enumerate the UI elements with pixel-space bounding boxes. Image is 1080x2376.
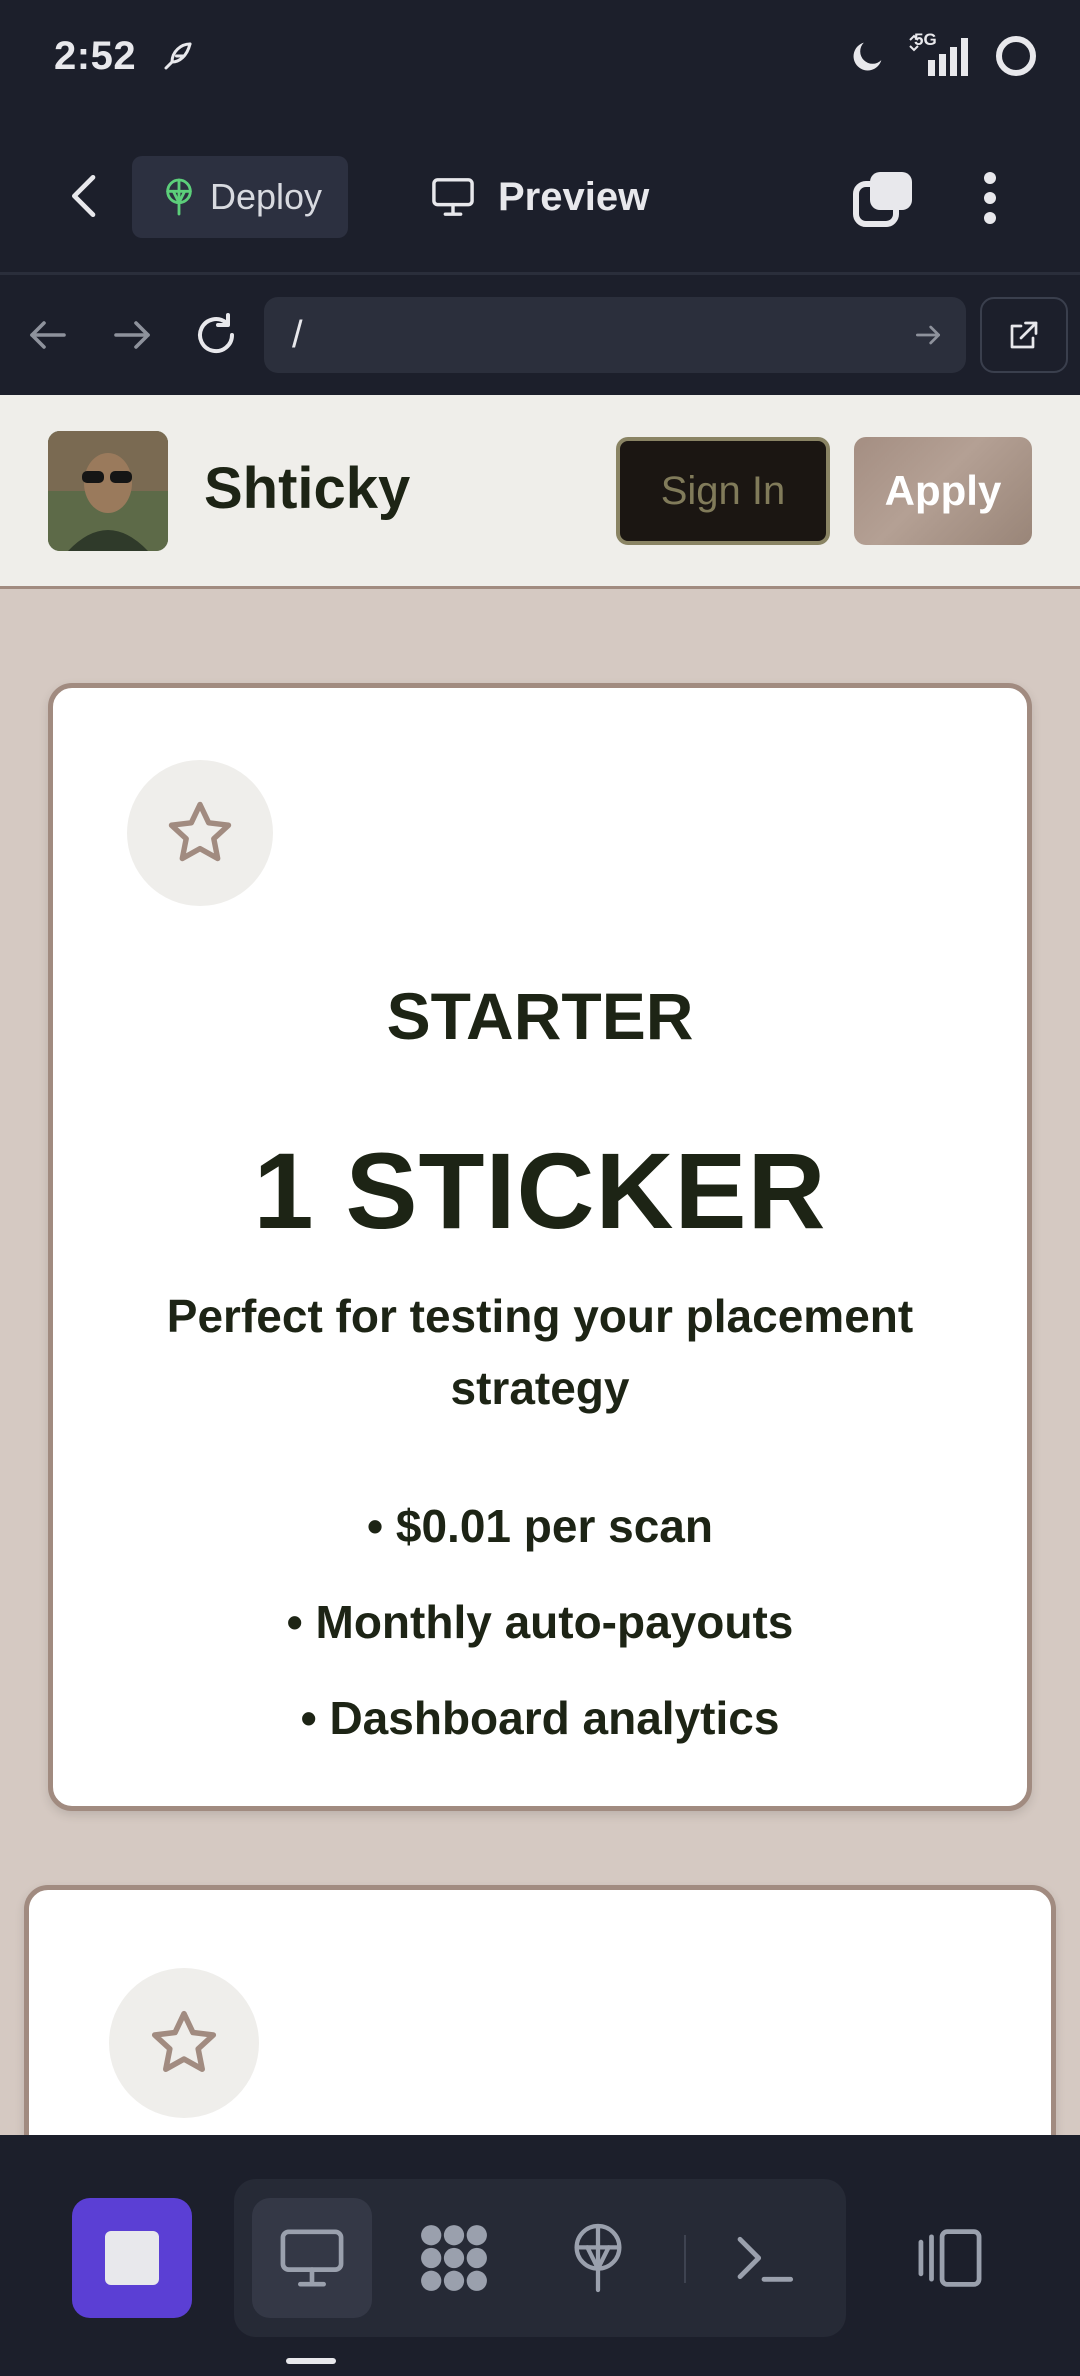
plan-card-next (24, 1885, 1056, 2135)
deploy-icon (574, 2223, 622, 2293)
plan-feature: • Monthly auto-payouts (286, 1596, 794, 1648)
stop-button[interactable] (72, 2198, 192, 2318)
feather-icon (164, 42, 192, 70)
battery-ring-icon (996, 36, 1036, 76)
status-bar: 2:52 5G (0, 0, 1080, 118)
site-header: Shticky Sign In Apply (0, 395, 1080, 589)
desktop-icon (280, 2229, 344, 2287)
plan-icon-badge (127, 760, 273, 906)
plan-feature: • $0.01 per scan (367, 1500, 713, 1552)
grid-blob-icon (421, 2225, 487, 2291)
open-external-button[interactable] (980, 297, 1068, 373)
device-switch-button[interactable] (890, 2198, 1010, 2318)
app-toolbar: Deploy Preview (0, 118, 1080, 274)
stop-icon (105, 2231, 159, 2285)
tool-preview[interactable] (252, 2198, 372, 2318)
plan-feature-list: • $0.01 per scan • Monthly auto-payouts … (53, 1478, 1027, 1766)
external-link-icon (1010, 321, 1038, 349)
sign-in-button[interactable]: Sign In (616, 437, 830, 545)
status-indicators: 5G (848, 30, 1038, 78)
reload-icon[interactable] (192, 311, 240, 359)
tool-shell[interactable] (704, 2198, 824, 2318)
plan-description: Perfect for testing your placement strat… (166, 1290, 914, 1414)
url-text: / (292, 313, 303, 356)
deploy-button[interactable]: Deploy (132, 156, 348, 238)
tool-agent[interactable] (394, 2198, 514, 2318)
plan-title: STARTER (386, 979, 694, 1053)
preview-label: Preview (498, 174, 650, 219)
go-arrow-icon[interactable] (912, 319, 944, 351)
star-icon (168, 801, 232, 862)
plan-icon-badge (109, 1968, 259, 2118)
more-vertical-icon[interactable] (966, 166, 1014, 230)
browser-back-icon[interactable] (24, 311, 72, 359)
star-icon (151, 2010, 217, 2072)
url-bar-row: / (0, 275, 1080, 395)
plan-card-starter: STARTER 1 STICKER Perfect for testing yo… (48, 683, 1032, 1811)
plan-price: 1 STICKER (253, 1130, 827, 1251)
tool-group (234, 2179, 846, 2337)
terminal-icon (737, 2236, 794, 2282)
apply-button[interactable]: Apply (854, 437, 1032, 545)
tabs-switcher-icon[interactable] (852, 168, 916, 232)
moon-icon (853, 42, 882, 71)
monitor-icon (432, 178, 474, 216)
back-arrow-icon[interactable] (58, 168, 114, 224)
plan-feature: • Dashboard analytics (300, 1692, 780, 1744)
site-name[interactable]: Shticky (204, 455, 410, 522)
bottom-toolbar (0, 2135, 1080, 2376)
deploy-label: Deploy (210, 176, 323, 217)
status-time: 2:52 (54, 34, 137, 78)
tool-separator (684, 2235, 686, 2283)
preview-viewport[interactable]: Shticky Sign In Apply STARTER 1 STICKER … (0, 395, 1080, 2135)
site-logo-avatar[interactable] (48, 431, 168, 551)
tab-preview[interactable]: Preview (430, 156, 649, 238)
url-input[interactable]: / (264, 297, 966, 373)
deploy-icon (166, 178, 192, 216)
browser-forward-icon[interactable] (108, 311, 156, 359)
device-switch-icon (918, 2229, 982, 2287)
home-indicator (286, 2358, 336, 2364)
signal-icon: 5G (908, 30, 974, 78)
tool-deploy[interactable] (538, 2198, 658, 2318)
